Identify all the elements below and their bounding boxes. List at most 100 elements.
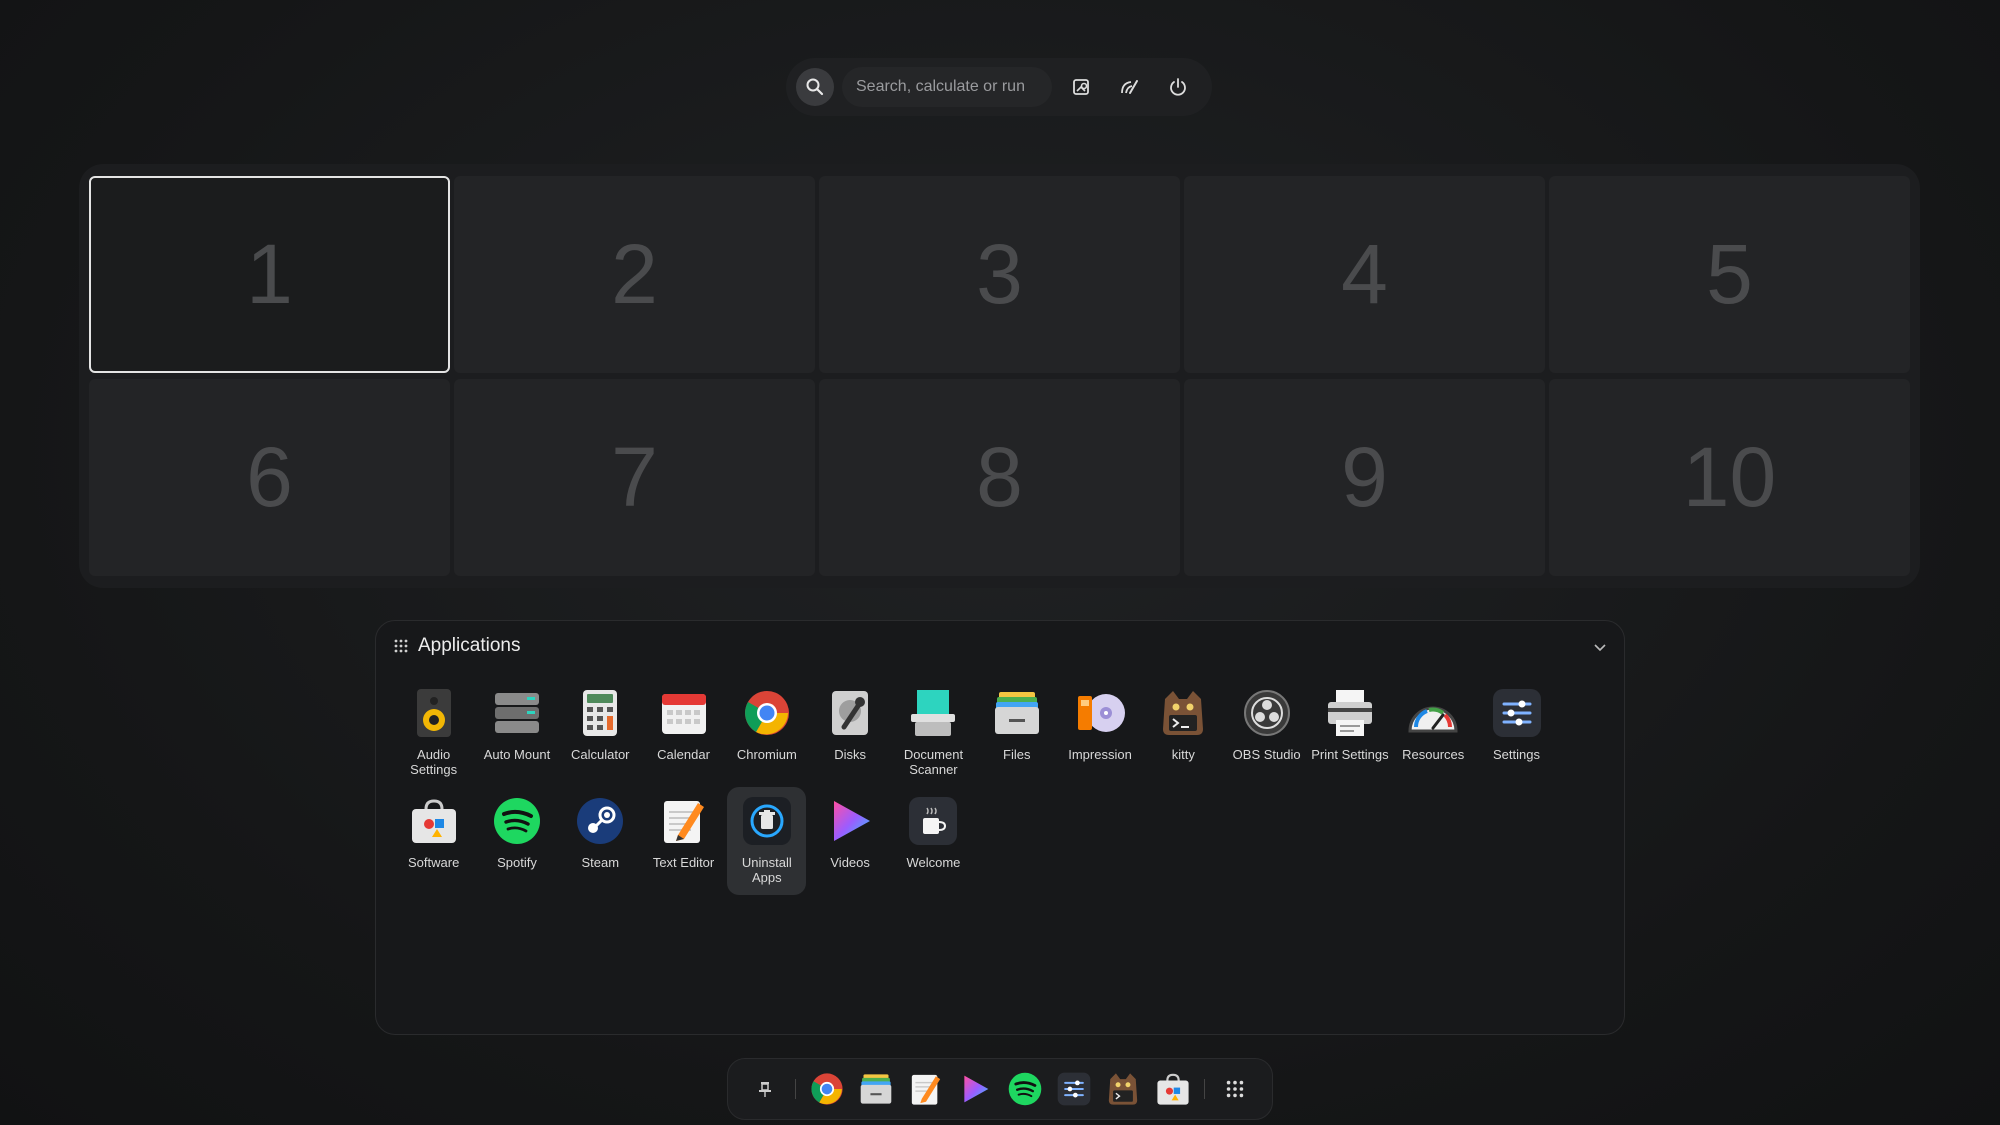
app-label: Audio Settings [410, 747, 458, 777]
search-input[interactable]: Search, calculate or run [842, 67, 1052, 107]
app-print-settings[interactable]: Print Settings [1310, 679, 1389, 787]
applications-title: Applications [418, 635, 521, 656]
app-label: Calculator [570, 747, 630, 762]
app-audio-settings[interactable]: Audio Settings [394, 679, 473, 787]
workspace-1[interactable]: 1 [89, 176, 450, 373]
dock-software[interactable] [1151, 1066, 1194, 1112]
app-calendar[interactable]: Calendar [644, 679, 723, 787]
app-disks[interactable]: Disks [810, 679, 889, 787]
workspace-7[interactable]: 7 [454, 379, 815, 576]
color-picker-button[interactable] [1112, 69, 1148, 105]
workspace-5[interactable]: 5 [1549, 176, 1910, 373]
app-label: Uninstall Apps [741, 855, 792, 885]
app-impression[interactable]: Impression [1060, 679, 1139, 787]
text-editor-icon [663, 801, 704, 843]
app-text-editor[interactable]: Text Editor [644, 787, 723, 895]
app-videos[interactable]: Videos [810, 787, 889, 895]
workspace-3[interactable]: 3 [819, 176, 1180, 373]
videos-icon [834, 801, 871, 841]
workspace-number: 7 [611, 430, 658, 524]
app-label: Print Settings [1311, 747, 1389, 762]
app-obs-studio[interactable]: OBS Studio [1227, 679, 1306, 787]
search-icon [806, 78, 824, 96]
dock-show-apps-button[interactable] [1214, 1066, 1257, 1112]
obs-studio-icon [1243, 690, 1290, 736]
dock-settings[interactable] [1052, 1066, 1095, 1112]
workspace-2[interactable]: 2 [454, 176, 815, 373]
files-icon [861, 1074, 892, 1104]
app-chromium[interactable]: Chromium [727, 679, 806, 787]
software-icon [1157, 1073, 1189, 1105]
color-picker-icon [1121, 80, 1138, 94]
search-button[interactable] [796, 68, 834, 106]
workspace-overview: 1 2 3 4 5 6 7 8 9 10 [79, 164, 1920, 588]
app-steam[interactable]: Steam [561, 787, 640, 895]
app-label: Resources [1402, 747, 1465, 762]
app-document-scanner[interactable]: Document Scanner [894, 679, 973, 787]
power-button[interactable] [1160, 69, 1196, 105]
app-label: Document Scanner [903, 747, 964, 777]
uninstall-apps-icon [742, 797, 791, 845]
app-settings[interactable]: Settings [1477, 679, 1556, 787]
app-label: Videos [830, 855, 870, 870]
applications-panel: Applications Audio Settings Auto Mount C… [375, 620, 1625, 1035]
calculator-icon [583, 690, 618, 736]
workspace-number: 5 [1706, 227, 1753, 321]
app-label: Software [408, 855, 460, 870]
settings-icon [1057, 1072, 1091, 1106]
dock-files[interactable] [855, 1066, 898, 1112]
app-label: Disks [834, 747, 867, 762]
app-label: Calendar [657, 747, 710, 762]
app-label: OBS Studio [1232, 747, 1301, 762]
pin-icon [758, 1082, 771, 1097]
resources-icon [1408, 706, 1458, 733]
app-label: Impression [1068, 747, 1132, 762]
dock-pin-button[interactable] [743, 1066, 786, 1112]
workspace-6[interactable]: 6 [89, 379, 450, 576]
app-label: kitty [1171, 747, 1195, 762]
app-auto-mount[interactable]: Auto Mount [477, 679, 556, 787]
settings-icon [1492, 689, 1541, 737]
screenshot-icon [1073, 79, 1089, 95]
workspace-number: 4 [1341, 227, 1388, 321]
workspace-number: 1 [246, 227, 293, 321]
app-label: Spotify [497, 855, 537, 870]
workspace-9[interactable]: 9 [1184, 379, 1545, 576]
app-spotify[interactable]: Spotify [477, 787, 556, 895]
app-welcome[interactable]: Welcome [894, 787, 973, 895]
workspace-8[interactable]: 8 [819, 379, 1180, 576]
kitty-icon [1163, 691, 1204, 735]
app-grid: Audio Settings Auto Mount Calculator Cal… [392, 679, 1612, 895]
screenshot-button[interactable] [1064, 69, 1100, 105]
dock-spotify[interactable] [1003, 1066, 1046, 1112]
app-software[interactable]: Software [394, 787, 473, 895]
app-kitty[interactable]: kitty [1144, 679, 1223, 787]
dock-kitty[interactable] [1102, 1066, 1145, 1112]
app-resources[interactable]: Resources [1394, 679, 1473, 787]
search-bar: Search, calculate or run [786, 58, 1212, 116]
spotify-icon [493, 798, 540, 844]
dock-separator [795, 1079, 797, 1099]
app-grid-icon [394, 639, 408, 653]
chevron-down-icon [1594, 644, 1606, 652]
app-uninstall-apps[interactable]: Uninstall Apps [727, 787, 807, 895]
software-icon [411, 799, 456, 843]
dock [727, 1058, 1273, 1120]
steam-icon [577, 798, 624, 844]
workspace-number: 3 [976, 227, 1023, 321]
app-files[interactable]: Files [977, 679, 1056, 787]
workspace-10[interactable]: 10 [1549, 379, 1910, 576]
dock-chromium[interactable] [805, 1066, 848, 1112]
workspace-number: 2 [611, 227, 658, 321]
app-label: Auto Mount [483, 747, 551, 762]
dock-text-editor[interactable] [904, 1066, 947, 1112]
dock-videos[interactable] [954, 1066, 997, 1112]
workspace-4[interactable]: 4 [1184, 176, 1545, 373]
collapse-button[interactable] [1594, 639, 1606, 657]
impression-icon [1078, 694, 1126, 732]
print-settings-icon [1327, 690, 1372, 736]
audio-settings-icon [416, 689, 451, 737]
kitty-icon [1109, 1073, 1138, 1105]
app-calculator[interactable]: Calculator [561, 679, 640, 787]
spotify-icon [1008, 1072, 1041, 1106]
